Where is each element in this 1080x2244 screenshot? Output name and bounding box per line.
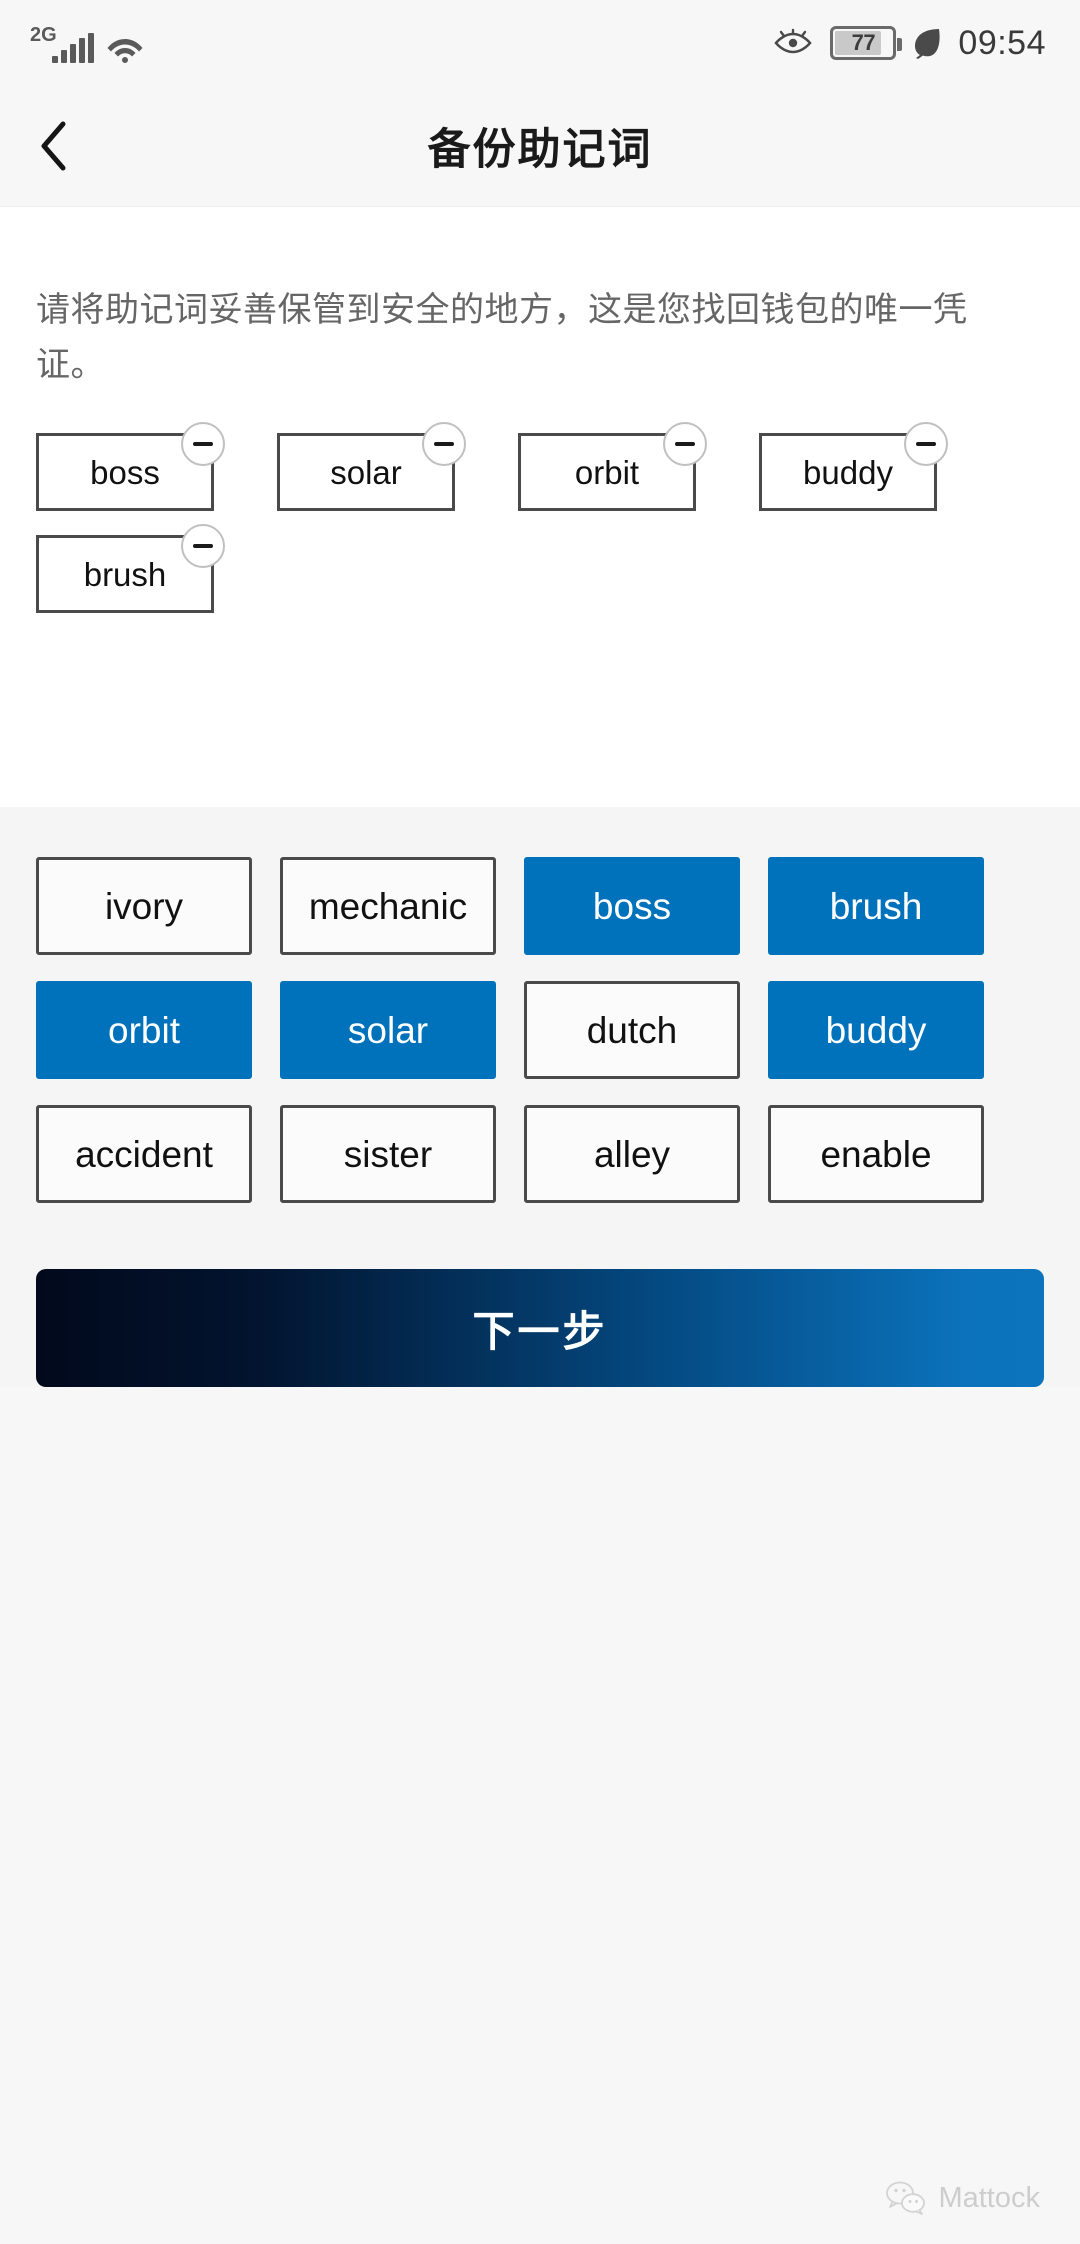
selected-word-label: buddy: [803, 453, 893, 491]
selected-word-chip[interactable]: buddy: [759, 422, 948, 512]
word-pool-label: dutch: [586, 1009, 678, 1051]
word-pool-item[interactable]: sister: [280, 1105, 496, 1203]
page-title: 备份助记词: [427, 126, 653, 174]
watermark-label: Mattock: [938, 2181, 1040, 2214]
minus-circle-icon[interactable]: [663, 422, 707, 467]
instruction-text: 请将助记词妥善保管到安全的地方，这是您找回钱包的唯一凭证。: [36, 291, 968, 385]
word-pool-item[interactable]: brush: [768, 857, 984, 955]
word-pool-grid: ivory mechanic boss brush orbit solar dutch bud…: [0, 807, 1080, 1203]
minus-circle-icon[interactable]: [181, 422, 225, 467]
status-bar-right: 77 09:54: [772, 26, 1046, 60]
selected-word-chip[interactable]: boss: [36, 422, 225, 512]
watermark: Mattock: [884, 2180, 1040, 2216]
word-pool-item[interactable]: ivory: [36, 857, 252, 955]
selected-word-label: boss: [90, 453, 160, 491]
selected-word-chip[interactable]: orbit: [518, 422, 707, 512]
battery-level-label: 77: [851, 30, 876, 55]
word-pool-item[interactable]: enable: [768, 1105, 984, 1203]
selected-word-label: solar: [330, 453, 402, 491]
word-pool-item[interactable]: accident: [36, 1105, 252, 1203]
eye-icon: [772, 28, 814, 58]
word-pool-label: ivory: [104, 885, 184, 927]
next-step-label: 下一步: [472, 1307, 608, 1355]
wifi-icon: [106, 31, 144, 63]
minus-dash: [434, 442, 454, 447]
word-pool-label: buddy: [825, 1009, 927, 1051]
cta-container: 下一步: [0, 1203, 1080, 1387]
minus-circle-icon[interactable]: [422, 422, 466, 467]
word-pool-label: orbit: [108, 1009, 180, 1051]
word-pool-label: sister: [343, 1133, 433, 1175]
word-pool-label: enable: [820, 1133, 932, 1175]
battery-icon: 77: [830, 26, 903, 60]
word-pool-label: brush: [829, 885, 923, 927]
word-pool-panel: ivory mechanic boss brush orbit solar dutch bud…: [0, 807, 1080, 1387]
minus-circle-icon[interactable]: [904, 422, 948, 467]
selected-words-area: boss solar orbit buddy brush: [0, 393, 1000, 637]
word-pool-label: mechanic: [308, 885, 468, 927]
selected-word-chip[interactable]: brush: [36, 524, 225, 614]
minus-dash: [193, 544, 213, 549]
network-type-label: 2G: [30, 24, 57, 46]
wechat-icon: [884, 2180, 926, 2216]
selected-word-label: brush: [83, 555, 167, 593]
next-step-button[interactable]: 下一步: [36, 1269, 1044, 1387]
word-pool-item[interactable]: boss: [524, 857, 740, 955]
selected-word-chip[interactable]: solar: [277, 422, 466, 512]
back-button[interactable]: [6, 86, 102, 206]
signal-group: 2G: [30, 23, 94, 63]
clock-label: 09:54: [958, 24, 1046, 62]
word-pool-label: accident: [75, 1133, 213, 1175]
minus-dash: [193, 442, 213, 447]
word-pool-item[interactable]: mechanic: [280, 857, 496, 955]
chevron-left-icon: [37, 120, 71, 172]
word-pool-label: boss: [592, 885, 672, 927]
selected-word-label: orbit: [574, 453, 640, 491]
minus-dash: [916, 442, 936, 447]
word-pool-item[interactable]: buddy: [768, 981, 984, 1079]
word-pool-label: alley: [593, 1133, 671, 1175]
status-bar-left: 2G: [30, 23, 144, 63]
mnemonic-top-panel: 请将助记词妥善保管到安全的地方，这是您找回钱包的唯一凭证。 boss solar o…: [0, 207, 1080, 807]
minus-circle-icon[interactable]: [181, 524, 225, 569]
status-bar: 2G 77 09:54: [0, 0, 1080, 86]
word-pool-item[interactable]: solar: [280, 981, 496, 1079]
signal-bars-icon: [52, 33, 94, 63]
word-pool-item[interactable]: orbit: [36, 981, 252, 1079]
word-pool-item[interactable]: dutch: [524, 981, 740, 1079]
leaf-icon: [912, 27, 942, 59]
word-pool-item[interactable]: alley: [524, 1105, 740, 1203]
app-header: 备份助记词: [0, 86, 1080, 207]
minus-dash: [675, 442, 695, 447]
word-pool-label: solar: [347, 1009, 429, 1051]
